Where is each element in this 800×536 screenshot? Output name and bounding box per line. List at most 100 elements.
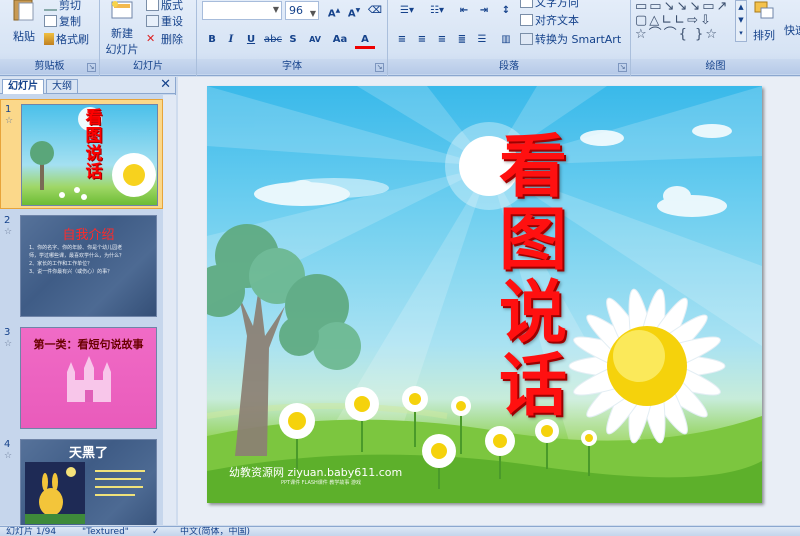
- thumb-line: 1、你的名字、你的年龄、你是个幼儿园老: [29, 245, 123, 251]
- delete-button[interactable]: ✕ 删除: [146, 31, 183, 47]
- shrink-font-button[interactable]: A▼: [344, 1, 364, 20]
- strikethrough-button[interactable]: abc: [261, 30, 285, 49]
- cut-label: 剪切: [59, 0, 81, 12]
- copy-button[interactable]: 复制: [44, 13, 81, 29]
- change-case-button[interactable]: Aa: [329, 30, 351, 49]
- tab-slides[interactable]: 幻灯片: [2, 79, 44, 94]
- delete-label: 删除: [161, 33, 183, 46]
- ribbon: 粘贴 剪切 复制 格式刷 剪贴板 ↘ 新建 幻灯片 版式 重设 ✕ 删除 幻灯片…: [0, 0, 800, 76]
- animation-star-icon: ☆: [4, 339, 13, 349]
- smartart-button[interactable]: 转换为 SmartArt: [520, 31, 621, 47]
- line-spacing-button[interactable]: ↕: [496, 1, 516, 20]
- thumb-line: 3、说一件你最有兴（或伤心）的事？: [29, 269, 113, 275]
- numbering-button[interactable]: ☷▾: [422, 1, 452, 20]
- layout-button[interactable]: 版式: [146, 0, 183, 13]
- increase-indent-button[interactable]: ⇥: [474, 1, 494, 20]
- underline-button[interactable]: U: [241, 30, 261, 49]
- columns-button[interactable]: ▥: [496, 30, 516, 49]
- thumb-title: 看图说话: [85, 108, 103, 182]
- format-painter-button[interactable]: 格式刷: [44, 31, 89, 47]
- panel-splitter[interactable]: [163, 95, 176, 525]
- font-group: ▼ 96 ▼ A▲ A▼ ⌫ B I U abc S AV Aa A 字体 ↘: [197, 0, 388, 76]
- language[interactable]: 中文(简体，中国): [180, 527, 250, 536]
- status-bar: 幻灯片 1/94 "Textured" ✓ 中文(简体，中国): [0, 526, 800, 536]
- spellcheck-icon[interactable]: ✓: [152, 527, 160, 536]
- panel-tabs: 幻灯片 大纲 ✕: [0, 77, 175, 94]
- align-text-icon: [520, 14, 533, 26]
- scissors-icon: [44, 0, 57, 11]
- shapes-scroll[interactable]: ▲ ▼ ▾: [735, 0, 747, 42]
- title-char: 看: [498, 128, 567, 207]
- decrease-indent-button[interactable]: ⇤: [454, 1, 474, 20]
- slide-thumbnail-4[interactable]: 4 ☆ 天黑了: [0, 435, 163, 525]
- align-left-button[interactable]: ≡: [392, 30, 412, 49]
- clipboard-launcher-icon[interactable]: ↘: [87, 63, 96, 72]
- title-char: 图: [498, 201, 567, 280]
- font-name-combo[interactable]: ▼: [202, 1, 282, 20]
- shapes-row-3: ☆⌒⌒{ }☆: [635, 27, 719, 42]
- reset-icon: [146, 15, 159, 27]
- slide-title-text[interactable]: 看 图 说 话: [495, 131, 571, 423]
- align-text-button[interactable]: 对齐文本: [520, 12, 579, 28]
- title-char: 话: [498, 347, 567, 426]
- slides-panel: 幻灯片 大纲 ✕ 1 ☆ 看图说话 2 ☆ 自我介绍 1、你的名字、你的年龄、你…: [0, 77, 176, 525]
- char-spacing-button[interactable]: AV: [303, 30, 327, 49]
- thumbnail-list: 1 ☆ 看图说话 2 ☆ 自我介绍 1、你的名字、你的年龄、你是个幼儿园老 师，…: [0, 95, 163, 525]
- clear-format-button[interactable]: ⌫: [365, 1, 385, 20]
- drawing-group-label: 绘图: [631, 59, 800, 74]
- distribute-button[interactable]: ☰: [472, 30, 492, 49]
- thumb-image: 看图说话: [21, 104, 158, 206]
- title-char: 说: [498, 274, 567, 353]
- slide-thumbnail-3[interactable]: 3 ☆ 第一类：看短句说故事: [0, 323, 163, 433]
- justify-button[interactable]: ≣: [452, 30, 472, 49]
- paragraph-launcher-icon[interactable]: ↘: [618, 63, 627, 72]
- align-center-button[interactable]: ≡: [412, 30, 432, 49]
- grow-font-button[interactable]: A▲: [324, 1, 344, 20]
- castle-icon: [67, 356, 111, 402]
- font-size-dropdown-icon[interactable]: ▼: [310, 5, 316, 22]
- slides-group-label: 幻灯片: [100, 59, 196, 74]
- close-icon[interactable]: ✕: [160, 77, 171, 92]
- font-size-combo[interactable]: 96 ▼: [285, 1, 319, 20]
- cut-button[interactable]: 剪切: [44, 0, 81, 13]
- font-color-button[interactable]: A: [355, 30, 375, 49]
- quick-styles-button[interactable]: 快速: [781, 22, 800, 38]
- format-painter-label: 格式刷: [56, 33, 89, 46]
- slide-thumbnail-2[interactable]: 2 ☆ 自我介绍 1、你的名字、你的年龄、你是个幼儿园老 师，学过哪些课，最喜欢…: [0, 211, 163, 321]
- shapes-gallery[interactable]: ▭▭↘↘↘▭↗ ▢△∟∟⇨⇩ ☆⌒⌒{ }☆: [635, 0, 745, 42]
- paste-button[interactable]: 粘贴: [6, 0, 42, 44]
- font-name-dropdown-icon[interactable]: ▼: [273, 5, 279, 14]
- new-slide-label: 新建: [111, 27, 133, 40]
- layout-label: 版式: [161, 0, 183, 12]
- main-slide-canvas[interactable]: 看 图 说 话 幼教资源网 ziyuan.baby611.com PPT课件 F…: [207, 86, 762, 503]
- shadow-button[interactable]: S: [283, 30, 303, 49]
- tab-outline[interactable]: 大纲: [46, 79, 78, 94]
- font-launcher-icon[interactable]: ↘: [375, 63, 384, 72]
- align-right-button[interactable]: ≡: [432, 30, 452, 49]
- bullets-button[interactable]: ☰▾: [392, 1, 422, 20]
- slide-thumbnail-1[interactable]: 1 ☆ 看图说话: [0, 99, 163, 209]
- theme-name: "Textured": [82, 527, 129, 536]
- copy-icon: [44, 15, 57, 27]
- new-slide-button[interactable]: 新建 幻灯片: [102, 0, 142, 57]
- paragraph-group-label: 段落: [388, 59, 630, 74]
- rabbit-picture-icon: [25, 462, 145, 524]
- smartart-icon: [520, 33, 533, 45]
- thumb-image: 天黑了: [20, 439, 157, 525]
- smartart-label: 转换为 SmartArt: [535, 33, 622, 46]
- italic-button[interactable]: I: [221, 30, 241, 49]
- shapes-row-2: ▢△∟∟⇨⇩: [635, 13, 713, 28]
- reset-button[interactable]: 重设: [146, 13, 183, 29]
- thumb-line: 师，学过哪些课，最喜欢学什么，为什么？: [29, 253, 125, 259]
- font-size-value: 96: [289, 4, 303, 17]
- reset-label: 重设: [161, 15, 183, 28]
- bold-button[interactable]: B: [202, 30, 222, 49]
- arrange-label: 排列: [753, 29, 775, 42]
- thumb-line: 2、家长的工作和工作单位？: [29, 261, 93, 267]
- arrange-button[interactable]: 排列: [751, 0, 777, 43]
- font-group-label: 字体: [197, 59, 387, 74]
- align-text-label: 对齐文本: [535, 14, 579, 27]
- arrange-icon: [754, 1, 774, 19]
- animation-star-icon: ☆: [4, 227, 13, 237]
- text-direction-button[interactable]: 文字方向: [520, 0, 579, 10]
